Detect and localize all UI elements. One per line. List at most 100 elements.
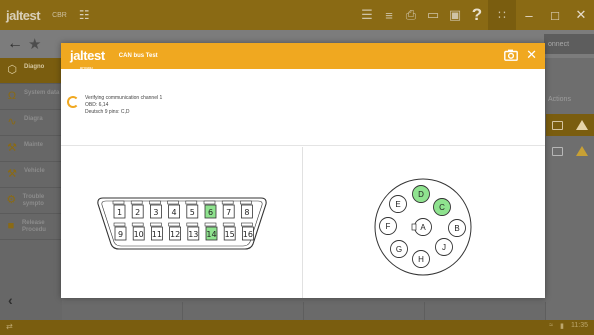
obd-pin-8: 8 <box>240 200 253 219</box>
print-icon[interactable]: ⎙ <box>400 0 422 30</box>
sidebar: ⬡ Diagno Ω System data ∿ Diagra ⚒ Mainte… <box>0 58 62 320</box>
warning-icon <box>575 146 588 156</box>
obd-pin-3: 3 <box>149 200 162 219</box>
sidebar-item-maintenance[interactable]: ⚒ Mainte <box>0 136 62 162</box>
deutsch-pin-C: C <box>433 198 451 216</box>
wrench-icon: ⚒ <box>7 142 17 154</box>
status-area: Verifying communication channel 1 OBD: 6… <box>61 69 545 146</box>
sidebar-item-label: Mainte <box>24 142 44 148</box>
deutsch-pin-label: D <box>418 190 424 199</box>
dialog-logo: jaltest BY COJALI <box>70 48 105 70</box>
obd-pin-7: 7 <box>221 200 235 219</box>
deutsch-pin-label: E <box>395 200 400 209</box>
sidebar-item-trouble-symptoms[interactable]: ⚙ Trouble sympto <box>0 188 62 214</box>
help-icon[interactable]: ? <box>466 0 488 30</box>
loading-spinner-icon <box>67 96 79 108</box>
grid-icon[interactable]: ∷ <box>488 0 516 30</box>
obd-pin-2: 2 <box>130 200 144 219</box>
right-panel: Actions <box>546 58 594 320</box>
book-icon: ■ <box>7 220 15 232</box>
back-chevron-icon[interactable]: ‹ <box>8 292 13 308</box>
dialog-title: CAN bus Test <box>118 53 158 59</box>
wave-icon: ∿ <box>7 116 17 128</box>
obd-pin-16: 16 <box>241 222 254 241</box>
obd-pin-5: 5 <box>185 200 199 219</box>
app-topbar: jaltest CBR ☷ ☰ ≡ ⎙ ▭ ▣ ? ∷ – □ ✕ <box>0 0 594 30</box>
obd-pin-label: 1 <box>117 208 122 217</box>
action-row[interactable] <box>546 114 594 136</box>
can-bus-test-dialog: jaltest BY COJALI CAN bus Test ✕ Verifyi… <box>61 43 545 298</box>
deutsch-pin-label: F <box>386 222 391 231</box>
obd-pin-label: 6 <box>208 208 213 217</box>
obd-pin-6: 6 <box>203 200 217 219</box>
close-window-icon[interactable]: ✕ <box>568 0 594 30</box>
sidebar-item-diagnosis[interactable]: ⬡ Diagno <box>0 58 62 84</box>
deutsch-pin-label: H <box>418 255 424 264</box>
obd-pin-label: 5 <box>190 208 195 217</box>
obd-pin-4: 4 <box>167 200 180 219</box>
obd-pin-label: 3 <box>153 208 158 217</box>
back-arrow-icon[interactable]: ← <box>6 35 24 53</box>
deutsch-pin-G: G <box>390 240 408 258</box>
app-logo: jaltest <box>6 7 41 23</box>
deutsch-pin-A: A <box>414 218 432 236</box>
minimize-icon[interactable]: – <box>516 0 542 30</box>
dialog-logo-text: jaltest <box>70 48 105 63</box>
status-text: Verifying communication channel 1 OBD: 6… <box>85 95 162 116</box>
document-icon[interactable]: ☰ <box>356 0 378 30</box>
status-line: Deutsch 9 pins: C,D <box>85 109 130 115</box>
deutsch-pin-label: G <box>396 245 402 254</box>
connector-icon: ⬡ <box>7 64 17 76</box>
obd-pin-label: 11 <box>152 230 162 239</box>
connect-tab[interactable]: onnect <box>544 34 594 54</box>
obd-pin-label: 7 <box>226 208 231 217</box>
battery-icon[interactable]: ▭ <box>422 0 444 30</box>
maximize-icon[interactable]: □ <box>542 0 568 30</box>
deutsch-pin-label: J <box>442 243 446 252</box>
sidebar-item-label: Release Procedu <box>21 220 46 233</box>
sidebar-item-release-procedures[interactable]: ■ Release Procedu <box>0 214 62 240</box>
camera-icon[interactable] <box>504 49 518 61</box>
obd-pin-label: 16 <box>243 230 253 239</box>
obd-pin-13: 13 <box>186 222 200 241</box>
action-row[interactable] <box>546 140 594 162</box>
connection-tree-icon[interactable]: ☷ <box>79 8 90 22</box>
status-line: OBD: 6,14 <box>85 102 109 108</box>
actions-label: Actions <box>548 95 571 103</box>
status-line: Verifying communication channel 1 <box>85 95 163 101</box>
app-sub-label: CBR <box>52 11 67 19</box>
bottom-strip <box>62 302 546 320</box>
obd-pin-12: 12 <box>168 222 181 241</box>
sidebar-item-label: System data <box>24 90 60 96</box>
sidebar-item-system-data[interactable]: Ω System data <box>0 84 62 110</box>
sidebar-item-label: Diagra <box>24 116 43 122</box>
tractor-icon: ⚙ <box>6 194 17 206</box>
image-icon <box>552 120 564 130</box>
usb-icon: ⇄ <box>6 322 13 331</box>
sidebar-item-vehicle[interactable]: ⚒ Vehicle <box>0 162 62 188</box>
obd-connector-pane: 12345678 9 10 11 12 13 14 15 16 <box>61 147 302 298</box>
deutsch-pin-label: B <box>454 224 459 233</box>
deutsch-pin-D: D <box>412 185 430 203</box>
obd-pin-label: 13 <box>188 230 198 239</box>
deutsch-9pin-diagram: A B C D E F G H J <box>374 178 472 276</box>
deutsch-pin-F: F <box>379 217 397 235</box>
favorite-star-icon[interactable]: ★ <box>28 35 41 53</box>
connect-tab-label: onnect <box>548 40 570 48</box>
dialog-header: jaltest BY COJALI CAN bus Test ✕ <box>61 43 545 70</box>
obd-connector-diagram: 12345678 9 10 11 12 13 14 15 16 <box>97 197 267 250</box>
camera-icon[interactable]: ▣ <box>444 0 466 30</box>
obd-pin-label: 2 <box>135 208 140 217</box>
close-icon[interactable]: ✕ <box>526 47 537 63</box>
tools-icon: ⚒ <box>7 168 17 180</box>
sidebar-item-label: Diagno <box>24 64 45 70</box>
deutsch-pin-B: B <box>448 219 466 237</box>
obd-pin-14: 14 <box>204 222 218 241</box>
obd-pin-label: 9 <box>118 230 123 239</box>
obd-pin-label: 15 <box>225 230 235 239</box>
obd-pin-label: 10 <box>134 230 144 239</box>
list-icon[interactable]: ≡ <box>378 0 400 30</box>
sidebar-item-diagrams[interactable]: ∿ Diagra <box>0 110 62 136</box>
obd-pin-label: 8 <box>244 208 249 217</box>
deutsch-pin-H: H <box>412 250 430 268</box>
